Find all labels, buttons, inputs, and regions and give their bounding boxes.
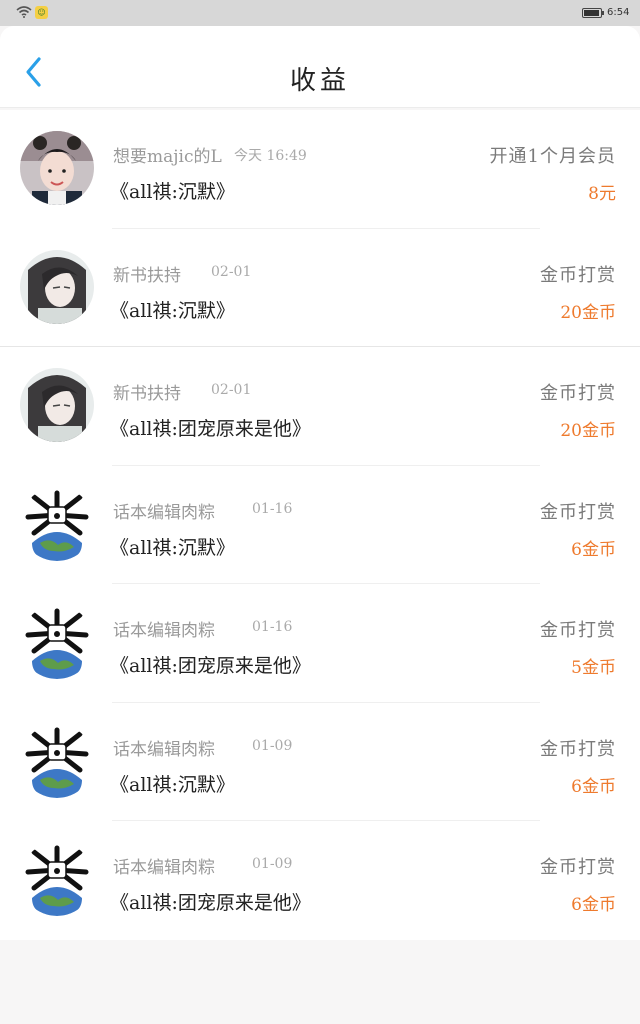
sender-name: 话本编辑肉粽 bbox=[113, 739, 215, 760]
status-clock: 6:54 bbox=[607, 7, 630, 18]
earnings-row[interactable]: 新书扶持 02-01 金币打赏 《all祺:沉默》 20金币 bbox=[0, 229, 640, 347]
entry-date: 01-09 bbox=[252, 737, 293, 754]
earning-amount: 20金币 bbox=[560, 421, 616, 441]
earnings-row[interactable]: 话本编辑肉粽 01-16 金币打赏 《all祺:沉默》 6金币 bbox=[0, 466, 640, 584]
top-app-bar: 收益 bbox=[0, 26, 640, 108]
earning-type: 金币打赏 bbox=[540, 264, 616, 286]
earning-type: 金币打赏 bbox=[540, 738, 616, 760]
book-title: 《all祺:团宠原来是他》 bbox=[110, 655, 311, 677]
entry-date: 02-01 bbox=[211, 382, 252, 398]
globe-bones-avatar-icon bbox=[20, 486, 94, 561]
illustrated-character-avatar-icon bbox=[20, 368, 94, 442]
earnings-row[interactable]: 话本编辑肉粽 01-09 金币打赏 《all祺:沉默》 6金币 bbox=[0, 703, 640, 821]
earning-amount: 8元 bbox=[588, 184, 616, 204]
sender-name: 话本编辑肉粽 bbox=[113, 502, 215, 523]
earnings-list: 想要majic的L 今天 16:49 开通1个月会员 《all祺:沉默》 8元 … bbox=[0, 110, 640, 940]
globe-bones-avatar-icon bbox=[20, 723, 94, 798]
earning-type: 金币打赏 bbox=[540, 857, 616, 878]
sender-name: 新书扶持 bbox=[113, 384, 181, 404]
earning-type: 金币打赏 bbox=[540, 620, 616, 641]
book-title: 《all祺:沉默》 bbox=[110, 773, 235, 796]
page-title: 收益 bbox=[289, 66, 350, 96]
book-title: 《all祺:沉默》 bbox=[110, 536, 235, 559]
book-title: 《all祺:沉默》 bbox=[110, 181, 235, 203]
earning-amount: 6金币 bbox=[571, 776, 616, 797]
earning-type: 金币打赏 bbox=[540, 501, 616, 523]
status-bar: ☺ 6:54 bbox=[0, 0, 640, 26]
globe-bones-avatar-icon bbox=[20, 605, 94, 679]
book-title: 《all祺:团宠原来是他》 bbox=[110, 418, 311, 440]
wifi-icon bbox=[16, 6, 32, 18]
earnings-row[interactable]: 话本编辑肉粽 01-09 金币打赏 《all祺:团宠原来是他》 6金币 bbox=[0, 821, 640, 940]
earning-type: 开通1个月会员 bbox=[489, 146, 616, 167]
entry-date: 今天 16:49 bbox=[234, 148, 307, 164]
battery-icon bbox=[582, 8, 604, 18]
globe-bones-avatar-icon bbox=[20, 842, 94, 916]
illustrated-character-avatar-icon bbox=[20, 249, 94, 324]
book-title: 《all祺:团宠原来是他》 bbox=[110, 892, 311, 914]
entry-date: 01-09 bbox=[252, 856, 293, 872]
sender-name: 想要majic的L bbox=[113, 147, 222, 167]
entry-date: 01-16 bbox=[252, 619, 293, 635]
sender-name: 话本编辑肉粽 bbox=[113, 858, 215, 878]
earning-amount: 6金币 bbox=[571, 895, 616, 915]
earnings-row[interactable]: 想要majic的L 今天 16:49 开通1个月会员 《all祺:沉默》 8元 bbox=[0, 110, 640, 229]
person-photo-avatar-icon bbox=[20, 131, 94, 205]
sender-name: 话本编辑肉粽 bbox=[113, 621, 215, 641]
earning-amount: 5金币 bbox=[571, 658, 616, 678]
earning-type: 金币打赏 bbox=[540, 383, 616, 404]
earnings-row[interactable]: 话本编辑肉粽 01-16 金币打赏 《all祺:团宠原来是他》 5金币 bbox=[0, 584, 640, 703]
book-title: 《all祺:沉默》 bbox=[110, 299, 235, 322]
earning-amount: 20金币 bbox=[560, 302, 616, 323]
earnings-row[interactable]: 新书扶持 02-01 金币打赏 《all祺:团宠原来是他》 20金币 bbox=[0, 347, 640, 466]
earning-amount: 6金币 bbox=[571, 539, 616, 560]
entry-date: 02-01 bbox=[211, 263, 252, 280]
notification-app-icon: ☺ bbox=[35, 6, 48, 19]
sender-name: 新书扶持 bbox=[113, 265, 181, 286]
entry-date: 01-16 bbox=[252, 500, 293, 517]
